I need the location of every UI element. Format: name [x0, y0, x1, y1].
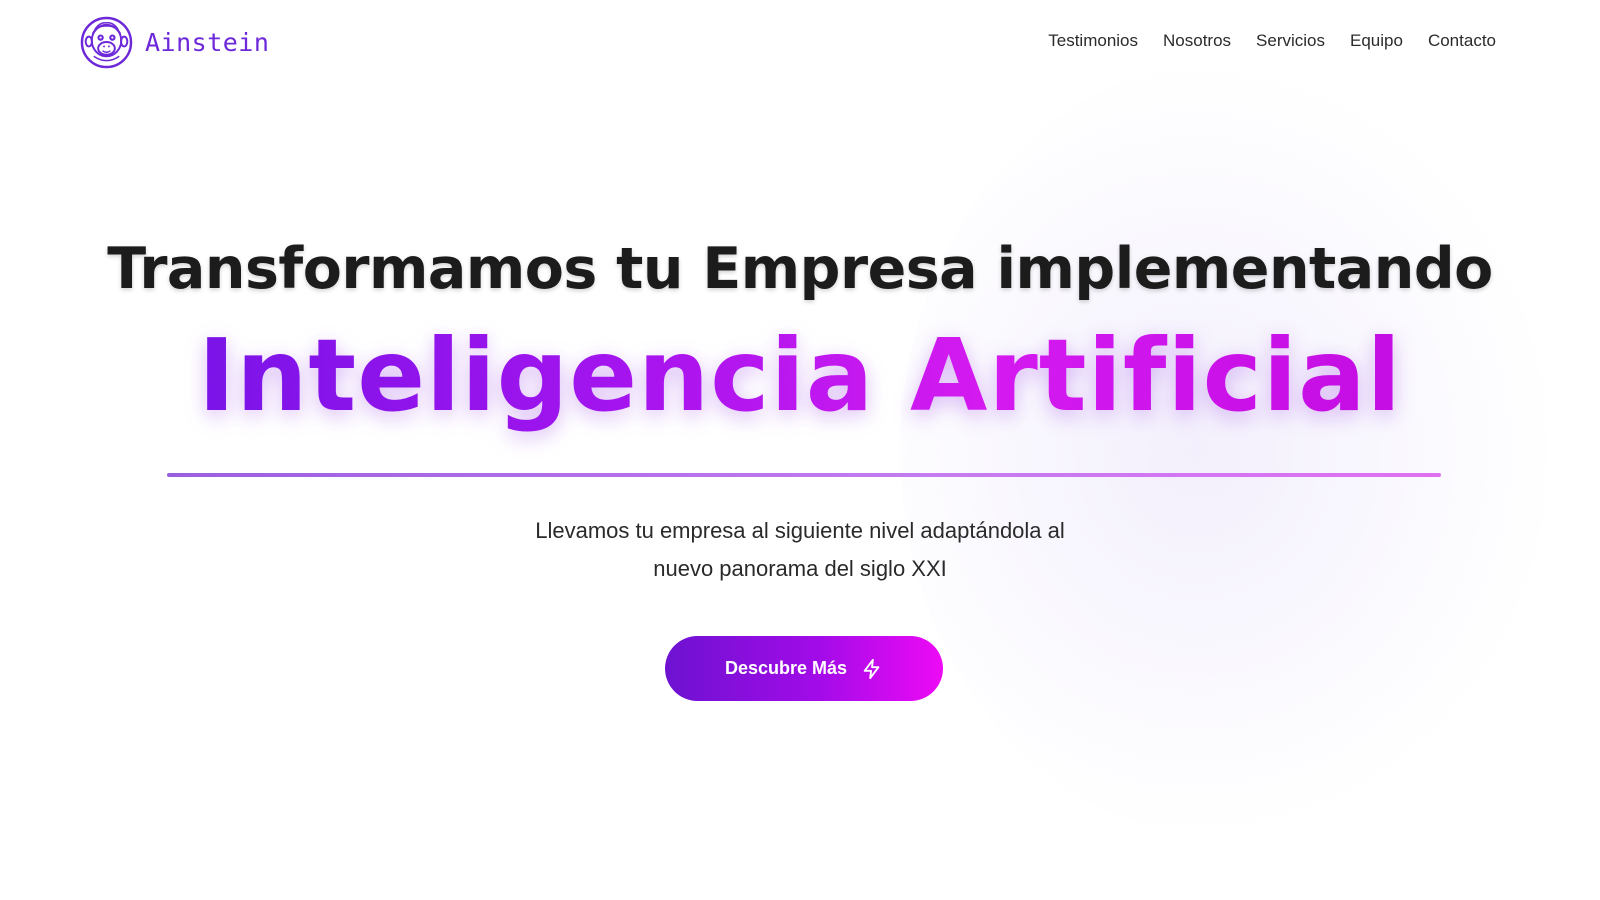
- hero-highlight-text: Inteligencia Artificial: [198, 317, 1402, 434]
- hero-subtitle-line2: nuevo panorama del siglo XXI: [653, 556, 947, 581]
- hero-subtitle: Llevamos tu empresa al siguiente nivel a…: [480, 512, 1120, 588]
- nav-link-equipo[interactable]: Equipo: [1350, 31, 1403, 51]
- logo-text: Ainstein: [145, 28, 270, 57]
- hero-subtitle-line1: Llevamos tu empresa al siguiente nivel a…: [535, 518, 1065, 543]
- site-header: Ainstein Testimonios Nosotros Servicios …: [0, 0, 1600, 86]
- nav-link-contacto[interactable]: Contacto: [1428, 31, 1496, 51]
- discover-more-button[interactable]: Descubre Más: [665, 636, 943, 701]
- background-glow: [900, 60, 1560, 840]
- main-nav: Testimonios Nosotros Servicios Equipo Co…: [1023, 31, 1496, 51]
- nav-link-servicios[interactable]: Servicios: [1256, 31, 1325, 51]
- hero-title: Transformamos tu Empresa implementando: [107, 236, 1493, 302]
- monkey-face-icon: [80, 16, 133, 69]
- logo-link[interactable]: Ainstein: [80, 16, 269, 69]
- nav-link-testimonios[interactable]: Testimonios: [1048, 31, 1138, 51]
- landing-page: Ainstein Testimonios Nosotros Servicios …: [0, 0, 1600, 900]
- hero-highlight: Inteligencia Artificial: [0, 318, 1600, 433]
- lightning-bolt-icon: [863, 658, 880, 679]
- nav-link-nosotros[interactable]: Nosotros: [1163, 31, 1231, 51]
- discover-more-label: Descubre Más: [724, 658, 848, 678]
- hero-divider: [167, 473, 1441, 477]
